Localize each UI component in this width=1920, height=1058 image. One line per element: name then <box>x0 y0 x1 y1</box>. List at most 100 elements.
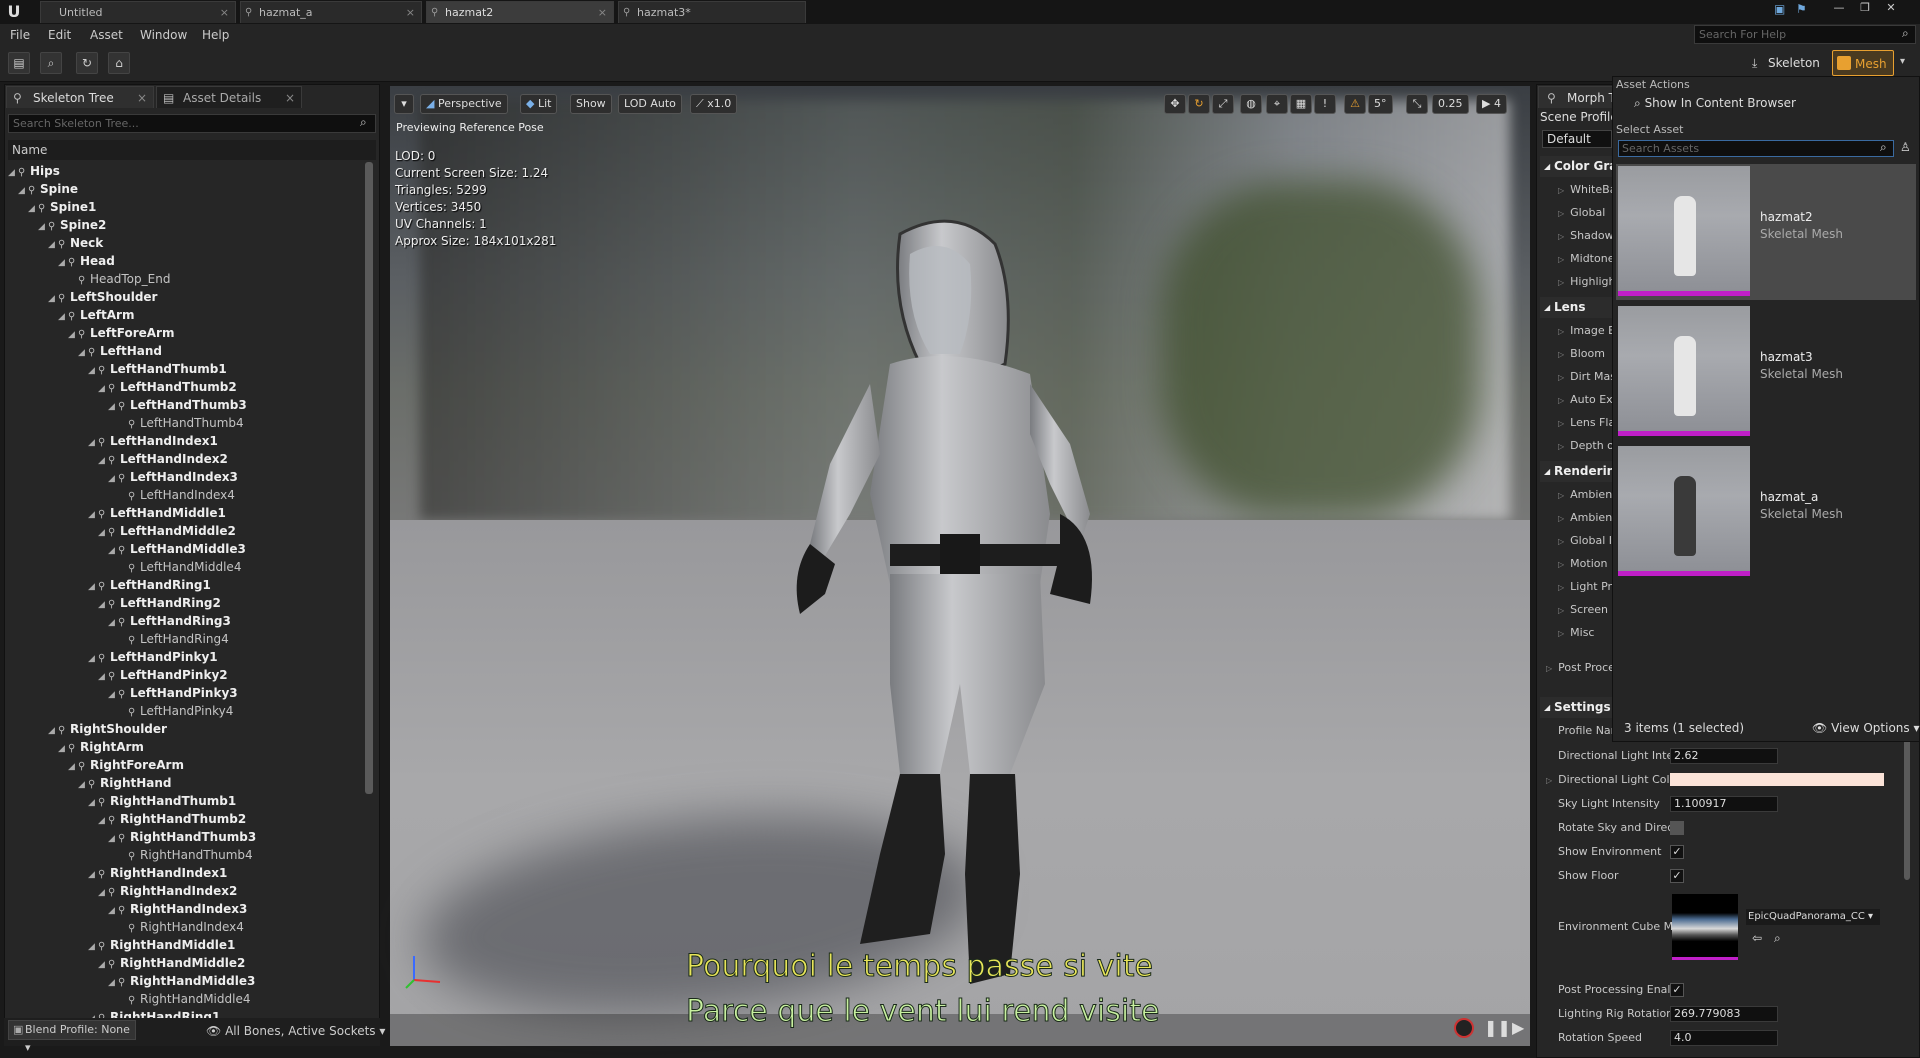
blend-profile-dropdown[interactable]: ▣ Blend Profile: None ▾ <box>8 1020 136 1054</box>
close-icon[interactable]: × <box>406 2 415 23</box>
bone-row[interactable]: ◢ ⚲ LeftHandMiddle1 <box>8 504 226 522</box>
camera-speed-button[interactable]: ▶ 4 <box>1476 94 1507 114</box>
bone-row[interactable]: ◢ ⚲ Hips <box>8 162 60 180</box>
prop-global[interactable]: ▷ Global <box>1558 202 1605 223</box>
close-icon[interactable]: × <box>285 87 295 109</box>
bone-row[interactable]: ◢ ⚲ RightHand <box>8 774 172 792</box>
tab-hazmat3[interactable]: ⚲ hazmat3* <box>618 1 806 23</box>
skeleton-search-input[interactable]: Search Skeleton Tree... <box>8 114 376 133</box>
env-cube-dropdown[interactable]: EpicQuadPanorama_CC ▾ <box>1746 909 1880 925</box>
grid-warning-icon[interactable]: ! <box>1314 94 1336 114</box>
save-icon[interactable]: ▤ <box>8 52 30 74</box>
playback-speed-button[interactable]: ⟋ x1.0 <box>690 94 738 114</box>
grid-snap-icon[interactable]: ▦ <box>1290 94 1312 114</box>
hazmat-character-mesh[interactable] <box>780 214 1140 994</box>
menu-file[interactable]: File <box>10 24 30 46</box>
bone-row[interactable]: ◢ ⚲ LeftHandIndex2 <box>8 450 228 468</box>
rotate-sky-checkbox[interactable] <box>1670 821 1684 835</box>
bone-row[interactable]: ◢ ⚲ LeftShoulder <box>8 288 157 306</box>
close-icon[interactable]: × <box>137 87 147 109</box>
column-header-name[interactable]: Name <box>8 140 376 160</box>
bone-row[interactable]: ◢ ⚲ RightHandMiddle2 <box>8 954 245 972</box>
rig-rotation-input[interactable]: 269.779083 <box>1670 1006 1778 1022</box>
find-in-browser-icon[interactable]: ⌕ <box>40 52 62 74</box>
user-icon[interactable]: ♙ <box>1900 140 1911 154</box>
bone-row[interactable]: ⚲ RightHandThumb4 <box>8 846 253 864</box>
bone-row[interactable]: ◢ ⚲ Neck <box>8 234 103 252</box>
bone-row[interactable]: ◢ ⚲ RightHandThumb1 <box>8 792 236 810</box>
record-button[interactable] <box>1454 1018 1474 1038</box>
rotation-snap-value[interactable]: 5° <box>1368 94 1393 114</box>
bone-row[interactable]: ◢ ⚲ RightHandMiddle1 <box>8 936 235 954</box>
browse-icon[interactable]: ⌕ <box>1774 931 1781 946</box>
bone-row[interactable]: ◢ ⚲ Head <box>8 252 115 270</box>
maximize-button[interactable]: ❐ <box>1854 0 1876 16</box>
bone-row[interactable]: ◢ ⚲ LeftHand <box>8 342 162 360</box>
bone-row[interactable]: ◢ ⚲ LeftHandRing1 <box>8 576 211 594</box>
prop-bloom[interactable]: ▷ Bloom <box>1558 343 1605 364</box>
lod-button[interactable]: LOD Auto <box>618 94 682 114</box>
bone-row[interactable]: ⚲ LeftHandPinky4 <box>8 702 233 720</box>
tab-untitled[interactable]: Untitled × <box>40 1 236 23</box>
menu-window[interactable]: Window <box>140 24 187 46</box>
menu-asset[interactable]: Asset <box>90 24 123 46</box>
surface-snap-icon[interactable]: ⌖ <box>1266 94 1288 114</box>
menu-edit[interactable]: Edit <box>48 24 71 46</box>
prop-post-process[interactable]: ▷ Post Proce <box>1546 657 1615 678</box>
bone-row[interactable]: ◢ ⚲ RightHandIndex2 <box>8 882 237 900</box>
bone-row[interactable]: ◢ ⚲ LeftHandIndex3 <box>8 468 238 486</box>
prop-midtones[interactable]: ▷ Midtones <box>1558 248 1620 269</box>
post-processing-checkbox[interactable]: ✓ <box>1670 983 1684 997</box>
step-forward-button[interactable]: ▶ <box>1512 1018 1524 1037</box>
prop-shadows[interactable]: ▷ Shadows <box>1558 225 1619 246</box>
bone-row[interactable]: ⚲ RightHandMiddle4 <box>8 990 250 1008</box>
tab-skeleton-tree[interactable]: ⚲ Skeleton Tree × <box>6 86 154 108</box>
scale-icon[interactable]: ⤢ <box>1212 94 1234 114</box>
bone-row[interactable]: ◢ ⚲ RightHandThumb2 <box>8 810 246 828</box>
prop-misc[interactable]: ▷ Misc <box>1558 622 1594 643</box>
bone-row[interactable]: ◢ ⚲ LeftForeArm <box>8 324 174 342</box>
bone-row[interactable]: ◢ ⚲ LeftHandPinky3 <box>8 684 238 702</box>
sky-light-intensity-input[interactable]: 1.100917 <box>1670 796 1778 812</box>
bone-row[interactable]: ◢ ⚲ LeftHandThumb1 <box>8 360 227 378</box>
bone-row[interactable]: ◢ ⚲ LeftHandRing2 <box>8 594 221 612</box>
viewport-options-button[interactable]: ▾ <box>394 94 414 114</box>
menu-help[interactable]: Help <box>202 24 229 46</box>
bone-row[interactable]: ◢ ⚲ Spine2 <box>8 216 106 234</box>
bone-row[interactable]: ◢ ⚲ LeftHandPinky1 <box>8 648 218 666</box>
bone-row[interactable]: ◢ ⚲ Spine1 <box>8 198 96 216</box>
scale-snap-icon[interactable]: ⤡ <box>1406 94 1428 114</box>
dir-light-intensity-input[interactable]: 2.62 <box>1670 748 1778 764</box>
bone-row[interactable]: ⚲ LeftHandThumb4 <box>8 414 244 432</box>
reimport-icon[interactable]: ↻ <box>76 52 98 74</box>
view-options-button[interactable]: 👁 View Options ▾ <box>1812 721 1920 735</box>
bone-row[interactable]: ◢ ⚲ LeftHandMiddle2 <box>8 522 236 540</box>
close-icon[interactable]: × <box>220 2 229 23</box>
bone-row[interactable]: ◢ ⚲ RightHandMiddle3 <box>8 972 255 990</box>
prop-dir-light-color-label[interactable]: ▷ Directional Light Colo <box>1546 769 1676 790</box>
asset-search-input[interactable]: Search Assets <box>1618 140 1894 157</box>
perspective-button[interactable]: ◢ Perspective <box>420 94 508 114</box>
minimize-button[interactable]: — <box>1828 0 1850 16</box>
bone-filter-dropdown[interactable]: 👁 All Bones, Active Sockets ▾ <box>206 1024 385 1038</box>
asset-tile-hazmat-a[interactable]: hazmat_a Skeletal Mesh <box>1616 444 1916 580</box>
translate-icon[interactable]: ✥ <box>1164 94 1186 114</box>
notification-icon[interactable]: ▣ <box>1774 2 1785 16</box>
scene-profile-dropdown[interactable]: Default <box>1542 130 1612 148</box>
asset-tile-hazmat3[interactable]: hazmat3 Skeletal Mesh <box>1616 304 1916 440</box>
bone-row[interactable]: ◢ ⚲ RightHandIndex3 <box>8 900 247 918</box>
bone-row[interactable]: ◢ ⚲ LeftHandIndex1 <box>8 432 218 450</box>
bone-row[interactable]: ◢ ⚲ LeftHandRing3 <box>8 612 231 630</box>
help-search-input[interactable]: Search For Help <box>1694 25 1916 44</box>
bone-row[interactable]: ◢ ⚲ RightArm <box>8 738 144 756</box>
bone-row[interactable]: ◢ ⚲ Spine <box>8 180 78 198</box>
mesh-mode-button[interactable]: Mesh <box>1832 50 1894 76</box>
show-button[interactable]: Show <box>570 94 612 114</box>
bone-row[interactable]: ⚲ LeftHandMiddle4 <box>8 558 241 576</box>
show-in-content-browser-item[interactable]: ⌕ Show In Content Browser <box>1634 96 1796 111</box>
rotation-speed-input[interactable]: 4.0 <box>1670 1030 1778 1046</box>
scale-snap-value[interactable]: 0.25 <box>1432 94 1469 114</box>
world-space-icon[interactable]: ◍ <box>1240 94 1262 114</box>
asset-tile-hazmat2[interactable]: hazmat2 Skeletal Mesh <box>1616 164 1916 300</box>
bone-row[interactable]: ◢ ⚲ RightHandThumb3 <box>8 828 256 846</box>
